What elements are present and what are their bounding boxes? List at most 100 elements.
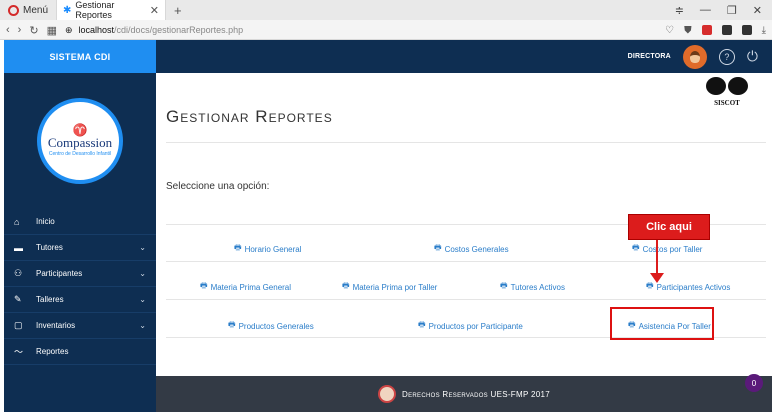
print-icon: 🖶	[632, 243, 640, 252]
report-link-label: Costos Generales	[444, 244, 509, 254]
row-divider	[166, 299, 766, 300]
chart-line-icon: 〜	[14, 347, 24, 357]
sidebar-item-label: Inicio	[36, 217, 55, 226]
clipboard-icon: ▢	[14, 320, 23, 330]
print-icon: 🖶	[234, 243, 242, 252]
title-divider	[166, 142, 766, 143]
browser-extensions: ♡ ⛊ ⤓	[665, 25, 766, 36]
wallet-icon[interactable]	[741, 25, 752, 35]
browser-chrome: Menú ✱ Gestionar Reportes ✕ + ≑ — ❐ ✕ ‹ …	[0, 0, 772, 40]
logo-word: Compassion	[47, 135, 113, 150]
option-prompt: Seleccione una opción:	[166, 181, 270, 192]
browser-menu-button[interactable]: Menú	[0, 0, 56, 20]
camera-icon[interactable]	[701, 25, 712, 35]
tab-title: Gestionar Reportes	[75, 0, 115, 20]
chevron-down-icon: ⌄	[139, 269, 146, 278]
siscot-logo: SISCOT	[702, 77, 752, 107]
chevron-down-icon: ⌄	[139, 243, 146, 252]
restore-icon[interactable]: ❐	[727, 4, 737, 17]
sidebar-item-label: Reportes	[36, 347, 69, 356]
report-link-label: Productos por Participante	[428, 321, 523, 331]
browser-menu-label: Menú	[23, 4, 49, 16]
report-link-label: Horario General	[244, 244, 302, 254]
heart-icon[interactable]: ♡	[665, 25, 674, 36]
annotation-highlight-box	[610, 307, 714, 340]
annotation-arrow	[656, 240, 658, 276]
address-bar[interactable]: ⊕ localhost/cdi/docs/gestionarReportes.p…	[65, 23, 657, 37]
site-info-icon[interactable]: ⊕	[65, 25, 73, 36]
report-link-label: Productos Generales	[238, 321, 314, 331]
help-icon[interactable]: ?	[718, 48, 735, 65]
reload-icon[interactable]: ↻	[29, 24, 38, 37]
sidebar-item-tutores[interactable]: ▬ Tutores ⌄	[4, 235, 156, 261]
minimize-icon[interactable]: —	[700, 4, 711, 17]
report-link-productos-por-participante[interactable]: 🖶 Productos por Participante	[418, 319, 523, 333]
main-content: SISCOT Gestionar Reportes Seleccione una…	[156, 73, 772, 376]
tab-close-icon[interactable]: ✕	[150, 4, 159, 17]
new-tab-icon[interactable]: +	[166, 3, 190, 18]
top-navbar: DIRECTORA ? ⏻	[156, 40, 772, 73]
sidebar-item-inicio[interactable]: ⌂ Inicio	[4, 209, 156, 235]
download-icon[interactable]: ⤓	[762, 25, 766, 36]
sidebar-item-label: Participantes	[36, 269, 83, 278]
report-link-productos-generales[interactable]: 🖶 Productos Generales	[228, 319, 314, 333]
avatar[interactable]	[682, 44, 707, 69]
address-host: localhost	[78, 25, 115, 35]
home-icon: ⌂	[14, 216, 20, 227]
sidebar-nav: ⌂ Inicio ▬ Tutores ⌄ ⚇ Participantes ⌄ ✎…	[4, 209, 156, 365]
address-toolbar: ‹ › ↻ ▦ ⊕ localhost/cdi/docs/gestionarRe…	[0, 20, 772, 40]
report-link-label: Materia Prima General	[210, 282, 292, 292]
power-icon[interactable]: ⏻	[747, 48, 758, 65]
page-title: Gestionar Reportes	[166, 107, 333, 126]
sidebar-item-talleres[interactable]: ✎ Talleres ⌄	[4, 287, 156, 313]
window-close-icon[interactable]: ✕	[753, 4, 762, 17]
print-icon: 🖶	[418, 320, 426, 329]
browser-tabbar: Menú ✱ Gestionar Reportes ✕ + ≑ — ❐ ✕	[0, 0, 772, 20]
print-icon: 🖶	[228, 320, 236, 329]
siscot-faces-icon	[702, 77, 752, 99]
footer-text: Derechos Reservados UES-FMP 2017	[402, 389, 550, 399]
report-link-label: Costos por Taller	[642, 244, 703, 254]
report-link-label: Participantes Activos	[656, 282, 731, 292]
back-icon[interactable]: ‹	[6, 24, 10, 36]
chevron-down-icon: ⌄	[139, 295, 146, 304]
report-link-tutores-activos[interactable]: 🖶 Tutores Activos	[500, 280, 565, 294]
logo-tag: Centro de Desarrollo Infantil	[48, 151, 112, 157]
app-brand[interactable]: SISTEMA CDI	[4, 40, 156, 73]
opera-logo-icon	[8, 4, 19, 16]
user-role[interactable]: DIRECTORA	[628, 53, 671, 60]
notification-badge[interactable]: 0	[745, 374, 763, 392]
sidebar-item-reportes[interactable]: 〜 Reportes	[4, 339, 156, 365]
print-icon: 🖶	[500, 281, 508, 290]
browser-tab[interactable]: ✱ Gestionar Reportes ✕	[56, 0, 167, 20]
report-link-label: Tutores Activos	[510, 282, 565, 292]
print-icon: 🖶	[342, 281, 350, 290]
sidebar-item-inventarios[interactable]: ▢ Inventarios ⌄	[4, 313, 156, 339]
forward-icon[interactable]: ›	[18, 24, 22, 36]
report-link-materia-prima-general[interactable]: 🖶 Materia Prima General	[200, 280, 291, 294]
extension-icon[interactable]	[721, 25, 732, 35]
people-icon: ⚇	[14, 268, 23, 278]
report-link-costos-por-taller[interactable]: 🖶 Costos por Taller	[632, 242, 702, 256]
speed-dial-icon[interactable]: ▦	[47, 24, 57, 37]
sidebar: SISTEMA CDI ♈ Compassion Centro de Desar…	[4, 40, 156, 412]
footer: Derechos Reservados UES-FMP 2017	[156, 376, 772, 412]
row-divider	[166, 261, 766, 262]
wrench-icon: ✎	[14, 294, 22, 304]
logo-area: ♈ Compassion Centro de Desarrollo Infant…	[4, 73, 156, 209]
briefcase-icon: ▬	[14, 242, 23, 253]
report-link-materia-prima-por-taller[interactable]: 🖶 Materia Prima por Taller	[342, 280, 437, 294]
sidebar-item-label: Inventarios	[36, 321, 76, 330]
annotation-callout: Clic aqui	[628, 214, 710, 240]
siscot-label: SISCOT	[714, 99, 740, 107]
sidebar-item-participantes[interactable]: ⚇ Participantes ⌄	[4, 261, 156, 287]
annotation-arrowhead-icon	[650, 273, 664, 283]
report-link-horario-general[interactable]: 🖶 Horario General	[234, 242, 301, 256]
report-link-costos-generales[interactable]: 🖶 Costos Generales	[434, 242, 509, 256]
tab-menu-icon[interactable]: ≑	[675, 4, 684, 17]
sidebar-item-label: Talleres	[36, 295, 64, 304]
ad-blocker-icon[interactable]: ⛊	[684, 25, 692, 36]
sidebar-item-label: Tutores	[36, 243, 63, 252]
compassion-logo: ♈ Compassion Centro de Desarrollo Infant…	[37, 98, 123, 184]
print-icon: 🖶	[434, 243, 442, 252]
